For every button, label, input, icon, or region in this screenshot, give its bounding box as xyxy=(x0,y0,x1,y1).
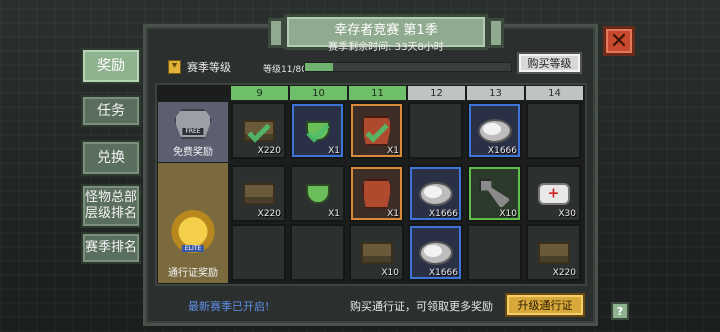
side-tab-label: 任务 xyxy=(97,103,125,119)
reward-quantity: X220 xyxy=(552,268,576,278)
level-column-header: 9 xyxy=(231,86,288,100)
reward-cell[interactable]: X1666 xyxy=(408,165,463,222)
reward-cell[interactable]: X1 xyxy=(349,102,404,159)
side-tab-season-ranking[interactable]: 赛季排名 xyxy=(81,232,141,264)
elite-reward-row-label: ELITE 通行证奖励 xyxy=(158,163,228,283)
cup-icon xyxy=(305,183,330,204)
level-badge-icon: ⯆ xyxy=(168,60,181,74)
medkit-icon xyxy=(537,182,570,205)
reward-quantity: X1666 xyxy=(487,146,517,156)
side-tab-rewards[interactable]: 奖励 xyxy=(81,48,141,84)
side-tab-label: 奖励 xyxy=(97,58,125,74)
free-row-caption: 免费奖励 xyxy=(173,147,213,158)
panel-title: 幸存者竞赛 第1季 xyxy=(334,23,438,38)
upgrade-pass-label: 升级通行证 xyxy=(517,299,573,312)
crate-icon xyxy=(360,241,393,264)
reward-cell[interactable]: X1666 xyxy=(408,224,463,281)
reward-cell[interactable] xyxy=(290,224,345,281)
level-progress-bar xyxy=(304,62,512,72)
reward-cell[interactable]: X10 xyxy=(349,224,404,281)
elite-row-caption: 通行证奖励 xyxy=(168,268,218,279)
reward-quantity: X1 xyxy=(387,146,399,156)
free-emblem-icon: FREE xyxy=(174,109,212,139)
free-reward-row-label: FREE 免费奖励 xyxy=(158,102,228,162)
help-icon: ? xyxy=(616,304,624,318)
reward-cell[interactable] xyxy=(526,102,581,159)
reward-cell[interactable]: X1 xyxy=(290,102,345,159)
title-plate: 幸存者竞赛 第1季 赛季剩余时间: 33天8小时 xyxy=(284,14,488,53)
buy-level-button[interactable]: 购买等级 xyxy=(517,52,582,74)
reward-cell[interactable]: X220 xyxy=(231,102,286,159)
close-icon: ✕ xyxy=(609,28,629,54)
level-column-header: 14 xyxy=(526,86,583,100)
reward-quantity: X1666 xyxy=(428,268,458,278)
season-level-header: ⯆ 赛季等级 xyxy=(168,59,231,75)
reward-cell[interactable]: X1666 xyxy=(467,102,522,159)
side-tab-label: 兑换 xyxy=(97,150,125,166)
reward-quantity: X1 xyxy=(328,146,340,156)
coin-icon xyxy=(477,118,512,143)
crate-icon xyxy=(242,182,275,205)
level-column-header: 13 xyxy=(467,86,524,100)
reward-quantity: X1 xyxy=(328,209,340,219)
level-progress-fill xyxy=(305,63,334,71)
side-tab-label: 怪物总部层级排名 xyxy=(84,190,137,221)
elite-emblem-icon: ELITE xyxy=(169,210,217,258)
reward-quantity: X220 xyxy=(257,209,281,219)
coin-icon xyxy=(418,240,453,265)
side-tab-tasks[interactable]: 任务 xyxy=(81,95,141,127)
armor-icon xyxy=(361,178,392,209)
buy-pass-hint: 购买通行证，可领取更多奖励 xyxy=(350,300,493,313)
reward-cell[interactable]: X220 xyxy=(231,165,286,222)
reward-quantity: X1 xyxy=(387,209,399,219)
title-ornament-right xyxy=(488,18,504,48)
help-button[interactable]: ? xyxy=(611,302,629,320)
crate-icon xyxy=(537,241,570,264)
new-season-notice: 最新赛季已开启! xyxy=(188,300,270,313)
level-column-header: 10 xyxy=(290,86,347,100)
level-column-header: 11 xyxy=(349,86,406,100)
reward-cell[interactable]: X220 xyxy=(526,224,581,281)
level-column-header: 12 xyxy=(408,86,465,100)
side-tab-label: 赛季排名 xyxy=(84,240,137,255)
free-tag: FREE xyxy=(182,128,204,135)
season-countdown: 赛季剩余时间: 33天8小时 xyxy=(328,42,444,53)
side-tab-hq-ranking[interactable]: 怪物总部层级排名 xyxy=(81,184,141,228)
reward-cell[interactable]: X30 xyxy=(526,165,581,222)
reward-cell[interactable] xyxy=(408,102,463,159)
buy-level-label: 购买等级 xyxy=(527,57,572,70)
upgrade-pass-button[interactable]: 升级通行证 xyxy=(505,293,585,317)
side-tab-exchange[interactable]: 兑换 xyxy=(81,140,141,176)
reward-cell[interactable]: X10 xyxy=(467,165,522,222)
season-level-label: 赛季等级 xyxy=(187,61,231,74)
coin-icon xyxy=(418,181,453,206)
reward-quantity: X10 xyxy=(381,268,399,278)
reward-quantity: X30 xyxy=(558,209,576,219)
reward-quantity: X10 xyxy=(499,209,517,219)
wrench-icon xyxy=(478,178,511,209)
reward-cell[interactable] xyxy=(231,224,286,281)
elite-tag: ELITE xyxy=(181,245,205,252)
reward-cell[interactable]: X1 xyxy=(290,165,345,222)
reward-cell[interactable] xyxy=(467,224,522,281)
level-progress-text: 等级11/80 xyxy=(263,65,307,75)
reward-quantity: X1666 xyxy=(428,209,458,219)
title-ornament-left xyxy=(268,18,284,48)
reward-cell[interactable]: X1 xyxy=(349,165,404,222)
close-button[interactable]: ✕ xyxy=(603,26,635,56)
reward-quantity: X220 xyxy=(257,146,281,156)
